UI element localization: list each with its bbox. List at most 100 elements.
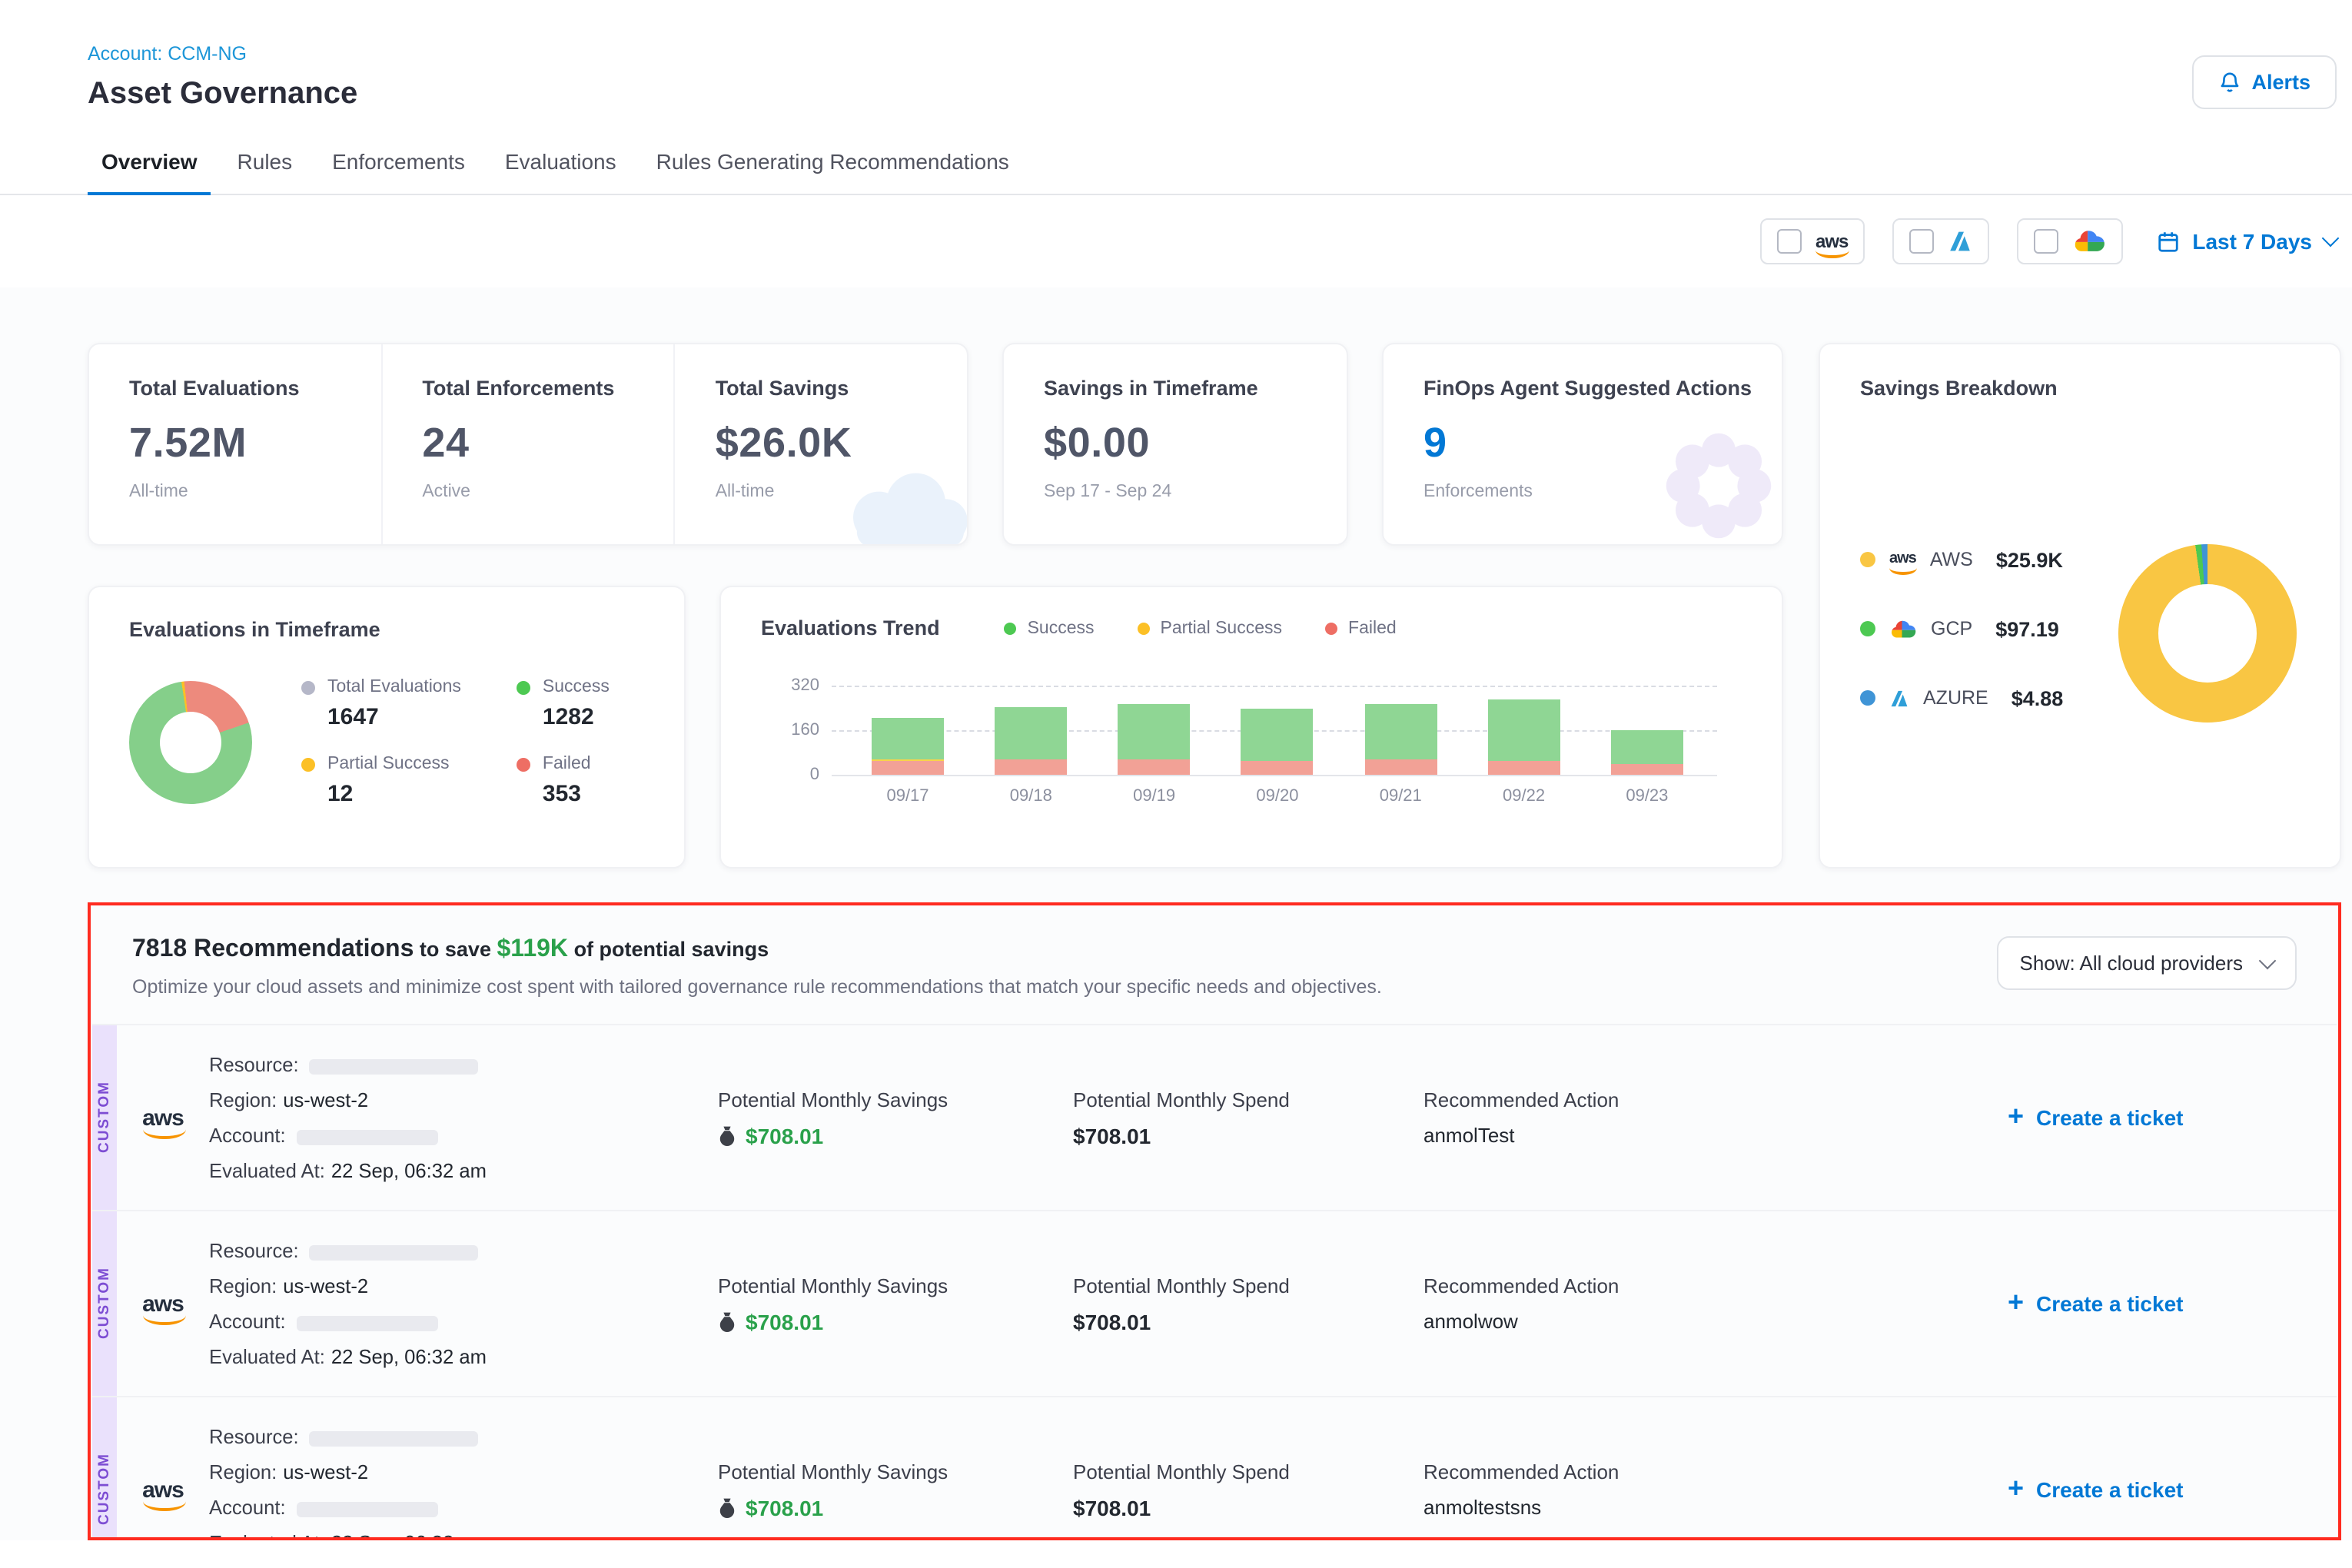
evaluations-donut: [129, 681, 252, 804]
custom-tag: CUSTOM: [92, 1025, 117, 1210]
tab-rules[interactable]: Rules: [224, 134, 307, 194]
cloud-coin-watermark-icon: [835, 467, 967, 544]
recommendations-title: 7818 Recommendations to save $119K of po…: [132, 936, 1382, 964]
alerts-label: Alerts: [2251, 71, 2310, 94]
gcp-icon: [1889, 619, 1917, 639]
recommendations-subtitle: Optimize your cloud assets and minimize …: [132, 976, 1382, 998]
legend-dot: [1005, 622, 1017, 634]
legend-total-evaluations: Total Evaluations 1647: [301, 678, 461, 730]
stat-value: 9: [1423, 420, 1782, 467]
recommendations-card: 7818 Recommendations to save $119K of po…: [92, 907, 2337, 1540]
legend-dot: [301, 757, 315, 771]
cloud-provider-filter-dropdown[interactable]: Show: All cloud providers: [1997, 936, 2297, 990]
stat-title: FinOps Agent Suggested Actions: [1423, 377, 1782, 400]
azure-checkbox[interactable]: [1909, 229, 1934, 254]
legend-dot: [1860, 552, 1875, 567]
potential-monthly-savings: Potential Monthly Savings $708.01: [718, 1460, 1073, 1520]
gcp-checkbox[interactable]: [2034, 229, 2058, 254]
legend-dot: [301, 680, 315, 694]
recommendation-row: CUSTOM aws Resource: Region:us-west-2 Ac…: [92, 1024, 2337, 1210]
tab-overview[interactable]: Overview: [88, 134, 211, 195]
stat-value: 7.52M: [129, 420, 380, 467]
trend-bar-09/23: 09/23: [1611, 686, 1683, 775]
create-ticket-button[interactable]: + Create a ticket: [2008, 1291, 2183, 1316]
stat-total-savings: Total Savings $26.0K All-time: [674, 344, 967, 544]
redacted-resource-value: [310, 1430, 479, 1446]
redacted-account-value: [297, 1129, 438, 1144]
filter-provider-gcp[interactable]: [2017, 218, 2123, 264]
legend-dot: [1138, 622, 1150, 634]
account-breadcrumb[interactable]: Account: CCM-NG: [88, 43, 357, 65]
aws-icon: aws: [142, 1106, 184, 1129]
recommended-action: Recommended Action anmolTest: [1423, 1088, 2008, 1147]
potential-monthly-spend: Potential Monthly Spend $708.01: [1073, 1274, 1423, 1334]
axis-baseline: [832, 775, 1717, 776]
stat-subtitle: All-time: [129, 483, 380, 501]
page-header: Account: CCM-NG Asset Governance Alerts: [0, 0, 2352, 112]
potential-monthly-savings: Potential Monthly Savings $708.01: [718, 1274, 1073, 1334]
evaluations-in-timeframe-card: Evaluations in Timeframe Total Evaluatio…: [88, 586, 686, 869]
trend-bars: 09/1709/1809/1909/2009/2109/2209/23: [832, 686, 1717, 775]
gcp-icon: [2072, 229, 2106, 254]
legend-dot: [517, 680, 530, 694]
stat-value: $26.0K: [716, 420, 967, 467]
trend-bar-09/20: 09/20: [1241, 686, 1314, 775]
potential-savings-amount: $119K: [497, 936, 569, 962]
evaluations-trend-card: Evaluations Trend Success Partial Succes…: [719, 586, 1783, 869]
tab-evaluations[interactable]: Evaluations: [491, 134, 630, 194]
stats-summary-card: Total Evaluations 7.52M All-time Total E…: [88, 343, 968, 546]
stat-finops-suggested-actions: FinOps Agent Suggested Actions 9 Enforce…: [1382, 343, 1783, 546]
legend-success: Success 1282: [517, 678, 610, 730]
redacted-account-value: [297, 1501, 438, 1517]
evaluations-legend: Total Evaluations 1647 Success 1282 Part…: [301, 678, 610, 807]
tab-rules-generating-recommendations[interactable]: Rules Generating Recommendations: [643, 134, 1023, 194]
stat-title: Total Enforcements: [422, 377, 673, 400]
stat-subtitle: Sep 17 - Sep 24: [1044, 483, 1347, 501]
legend-failed: Failed 353: [517, 755, 610, 807]
aws-checkbox[interactable]: [1777, 229, 1802, 254]
annotation-red-box: 7818 Recommendations to save $119K of po…: [88, 902, 2341, 1540]
create-ticket-button[interactable]: + Create a ticket: [2008, 1477, 2183, 1502]
create-ticket-button[interactable]: + Create a ticket: [2008, 1105, 2183, 1130]
alerts-button[interactable]: Alerts: [2191, 55, 2337, 109]
chevron-down-icon: [2322, 230, 2340, 247]
date-range-picker[interactable]: Last 7 Days: [2157, 229, 2337, 254]
filter-provider-azure[interactable]: [1892, 218, 1989, 264]
legend-success: Success: [1005, 619, 1095, 637]
stat-value: 24: [422, 420, 673, 467]
legend-dot: [1860, 690, 1875, 706]
azure-icon: [1889, 688, 1909, 708]
savings-breakdown-donut: [2118, 544, 2297, 723]
redacted-account-value: [297, 1315, 438, 1330]
card-title: Evaluations Trend: [761, 616, 940, 639]
date-range-label: Last 7 Days: [2192, 229, 2312, 254]
asset-governance-page: Account: CCM-NG Asset Governance Alerts …: [0, 0, 2352, 1568]
stat-title: Total Evaluations: [129, 377, 380, 400]
stat-subtitle: Enforcements: [1423, 483, 1782, 501]
y-tick: 160: [770, 721, 819, 739]
legend-dot: [1860, 621, 1875, 636]
redacted-resource-value: [310, 1244, 479, 1260]
tab-enforcements[interactable]: Enforcements: [318, 134, 479, 194]
custom-tag: CUSTOM: [92, 1397, 117, 1540]
page-title: Asset Governance: [88, 77, 357, 112]
chevron-down-icon: [2259, 952, 2277, 969]
savings-breakdown-card: Savings Breakdown aws AWS $25.9K: [1819, 343, 2341, 869]
stat-savings-in-timeframe: Savings in Timeframe $0.00 Sep 17 - Sep …: [1002, 343, 1348, 546]
recommendation-row: CUSTOM aws Resource: Region:us-west-2 Ac…: [92, 1396, 2337, 1540]
money-bag-icon: [718, 1497, 736, 1518]
stat-subtitle: All-time: [716, 483, 967, 501]
azure-icon: [1948, 229, 1972, 254]
legend-partial-success: Partial Success: [1138, 619, 1283, 637]
custom-tag: CUSTOM: [92, 1211, 117, 1396]
filter-provider-aws[interactable]: aws: [1760, 218, 1865, 264]
card-title: Evaluations in Timeframe: [129, 618, 644, 641]
evaluations-trend-chart: 320 160 0 09/1709/1809/1909/2009/2109/22…: [832, 686, 1717, 775]
card-title: Savings Breakdown: [1860, 377, 2300, 400]
main-content: Total Evaluations 7.52M All-time Total E…: [0, 287, 2352, 1540]
trend-bar-09/21: 09/21: [1364, 686, 1437, 775]
legend-dot: [1325, 622, 1337, 634]
trend-bar-09/19: 09/19: [1118, 686, 1191, 775]
legend-partial-success: Partial Success 12: [301, 755, 461, 807]
recommendation-details: Resource: Region:us-west-2 Account: Eval…: [209, 1419, 718, 1540]
